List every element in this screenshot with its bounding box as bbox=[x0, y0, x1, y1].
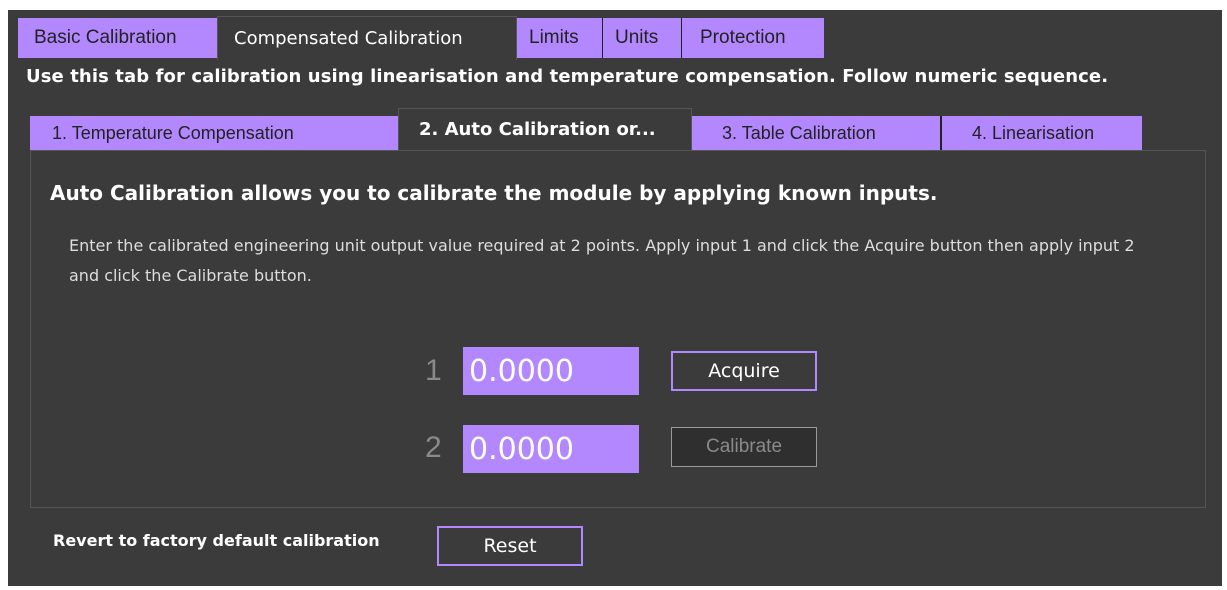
panel-heading: Auto Calibration allows you to calibrate… bbox=[50, 181, 938, 205]
point-1-value-input[interactable] bbox=[463, 347, 639, 395]
calibration-window: Basic Calibration Compensated Calibratio… bbox=[8, 10, 1222, 586]
point-2-value-input[interactable] bbox=[463, 425, 639, 473]
tab-basic-calibration[interactable]: Basic Calibration bbox=[18, 18, 217, 58]
acquire-button[interactable]: Acquire bbox=[671, 351, 817, 391]
tab-limits[interactable]: Limits bbox=[517, 18, 603, 58]
calibrate-button[interactable]: Calibrate bbox=[671, 427, 817, 467]
panel-description: Enter the calibrated engineering unit ou… bbox=[69, 236, 1135, 285]
revert-label: Revert to factory default calibration bbox=[53, 531, 380, 550]
point-1-number: 1 bbox=[425, 354, 442, 387]
auto-calibration-panel: Auto Calibration allows you to calibrate… bbox=[30, 150, 1206, 508]
reset-button[interactable]: Reset bbox=[437, 526, 583, 566]
tab-compensated-calibration[interactable]: Compensated Calibration bbox=[217, 16, 517, 60]
tab-auto-calibration[interactable]: 2. Auto Calibration or... bbox=[398, 108, 692, 150]
point-2-number: 2 bbox=[425, 431, 442, 464]
tab-temperature-compensation[interactable]: 1. Temperature Compensation bbox=[30, 116, 398, 150]
tab-table-calibration[interactable]: 3. Table Calibration bbox=[692, 116, 942, 150]
tab-protection[interactable]: Protection bbox=[682, 18, 824, 58]
intro-text: Use this tab for calibration using linea… bbox=[26, 66, 1109, 87]
tab-linearisation[interactable]: 4. Linearisation bbox=[942, 116, 1142, 150]
top-tab-bar: Basic Calibration Compensated Calibratio… bbox=[18, 16, 824, 60]
tab-units[interactable]: Units bbox=[603, 18, 682, 58]
inner-tab-bar: 1. Temperature Compensation 2. Auto Cali… bbox=[30, 108, 1142, 150]
